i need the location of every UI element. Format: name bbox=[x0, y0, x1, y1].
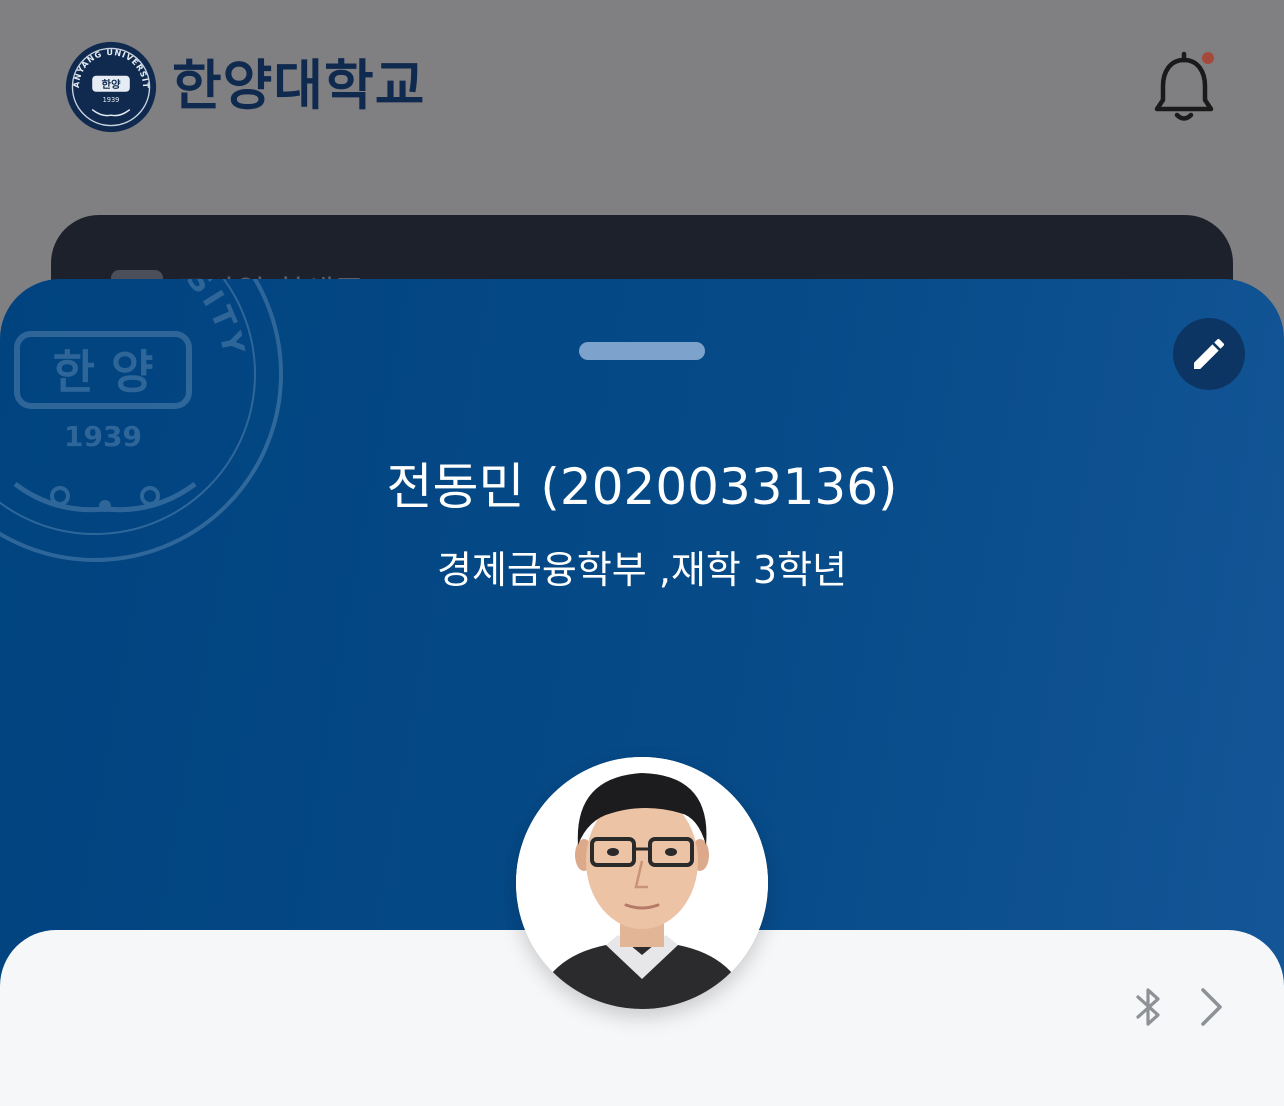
student-name-id: 전동민 (2020033136) bbox=[386, 458, 898, 516]
app-header: HANYANG UNIVERSITY 한양 1939 한양대학교 bbox=[0, 0, 1284, 180]
student-photo bbox=[516, 757, 768, 1009]
svg-text:RSITY: RSITY bbox=[159, 279, 252, 361]
chevron-right-icon[interactable] bbox=[1196, 986, 1226, 1028]
notification-dot bbox=[1202, 52, 1214, 64]
student-photo-icon bbox=[516, 757, 768, 1009]
seal-year-text: 1939 bbox=[103, 96, 120, 104]
pencil-icon bbox=[1194, 338, 1225, 369]
watermark-arc-text: RSITY bbox=[159, 279, 248, 361]
sheet-drag-handle[interactable] bbox=[579, 342, 705, 360]
edit-button[interactable] bbox=[1173, 318, 1245, 390]
university-seal-icon: HANYANG UNIVERSITY 한양 1939 bbox=[64, 40, 157, 133]
seal-watermark-icon: RSITY 한 양 1939 bbox=[0, 279, 283, 562]
bluetooth-icon[interactable] bbox=[1130, 984, 1166, 1030]
university-name: 한양대학교 bbox=[172, 54, 426, 117]
watermark-year-text: 1939 bbox=[64, 420, 142, 453]
watermark-center-text: 한 양 bbox=[53, 345, 154, 399]
student-department-status: 경제금융학부 ,재학 3학년 bbox=[436, 548, 847, 592]
seal-center-text: 한양 bbox=[101, 78, 121, 91]
